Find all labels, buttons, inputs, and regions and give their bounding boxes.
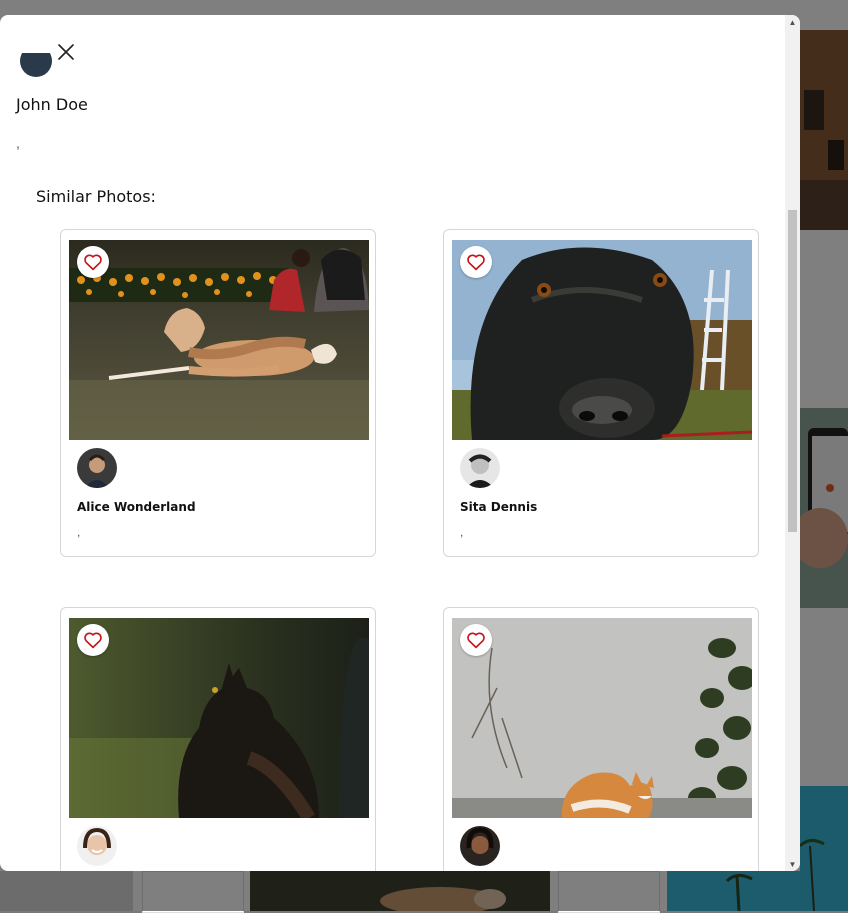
scroll-up-arrow[interactable]: ▲ (785, 15, 800, 29)
modal-content: John Doe , Similar Photos: Alice Wonderl… (0, 15, 785, 871)
heart-icon (84, 254, 102, 271)
like-button[interactable] (77, 624, 109, 656)
close-button[interactable] (52, 38, 80, 66)
like-button[interactable] (460, 624, 492, 656)
heart-icon (84, 632, 102, 649)
similar-photos-heading: Similar Photos: (36, 187, 156, 206)
modal-scrollbar[interactable]: ▲ ▼ (785, 15, 800, 871)
photo-image[interactable] (452, 240, 752, 440)
heart-icon (467, 632, 485, 649)
author-description: , (16, 135, 20, 151)
author-name: John Doe (16, 95, 88, 114)
photo-detail-modal: John Doe , Similar Photos: Alice Wonderl… (0, 15, 800, 871)
photo-image[interactable] (452, 618, 752, 818)
photographer-name[interactable]: Sita Dennis (460, 500, 537, 514)
photographer-avatar (460, 448, 500, 488)
photographer-avatar (77, 448, 117, 488)
photographer-name[interactable]: Alice Wonderland (77, 500, 196, 514)
scroll-down-arrow[interactable]: ▼ (785, 857, 800, 871)
photographer-avatar (77, 826, 117, 866)
photo-card[interactable]: Alice Wonderland , (60, 229, 376, 557)
scroll-thumb[interactable] (788, 210, 797, 532)
photo-card[interactable] (60, 607, 376, 871)
photo-description: , (77, 525, 81, 539)
photo-card[interactable] (443, 607, 759, 871)
heart-icon (467, 254, 485, 271)
photo-image[interactable] (69, 618, 369, 818)
author-avatar (20, 53, 52, 77)
photo-card[interactable]: Sita Dennis , (443, 229, 759, 557)
photo-image[interactable] (69, 240, 369, 440)
like-button[interactable] (77, 246, 109, 278)
photographer-avatar (460, 826, 500, 866)
close-icon (58, 44, 74, 60)
like-button[interactable] (460, 246, 492, 278)
photo-description: , (460, 525, 464, 539)
